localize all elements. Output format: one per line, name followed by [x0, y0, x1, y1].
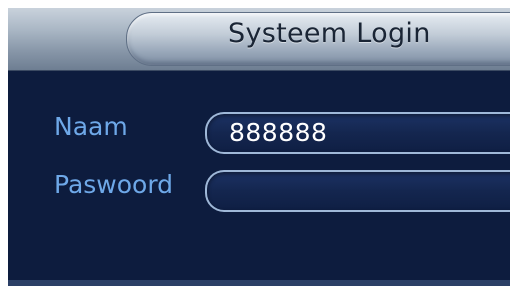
- username-value: 888888: [229, 118, 328, 147]
- dialog-bottom-edge: [8, 280, 510, 286]
- password-label: Paswoord: [54, 170, 174, 199]
- dialog-title: Systeem Login: [228, 18, 431, 49]
- password-field[interactable]: [205, 170, 510, 212]
- username-field[interactable]: 888888: [205, 112, 510, 154]
- dialog-titlebar: Systeem Login: [8, 8, 510, 71]
- username-label: Naam: [54, 112, 128, 141]
- login-dialog: Systeem Login Naam 888888 Paswoord: [8, 8, 510, 286]
